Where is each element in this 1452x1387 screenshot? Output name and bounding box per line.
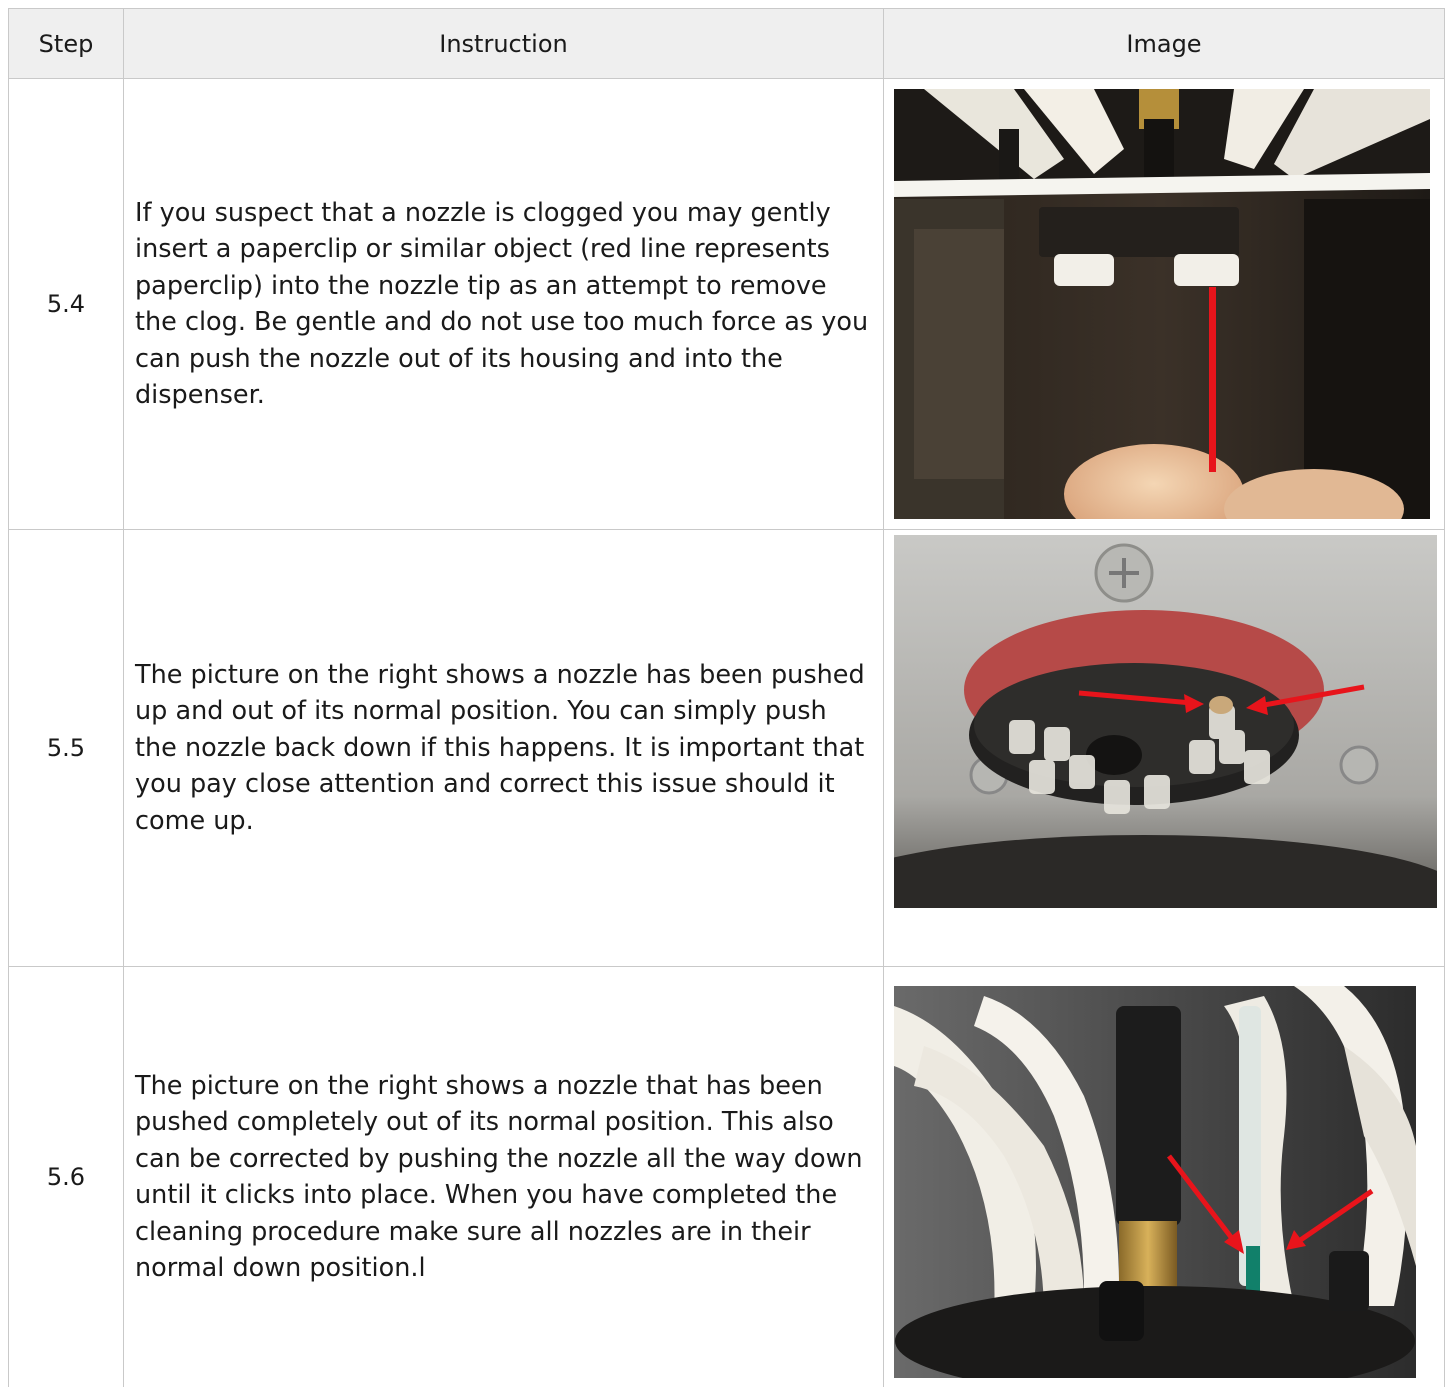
instruction-text: The picture on the right shows a nozzle … bbox=[124, 530, 884, 967]
instruction-text: The picture on the right shows a nozzle … bbox=[124, 967, 884, 1387]
header-instruction: Instruction bbox=[124, 9, 884, 79]
step-number: 5.4 bbox=[9, 79, 124, 530]
image-cell bbox=[884, 530, 1445, 967]
pushed-out-nozzle-photo bbox=[894, 986, 1416, 1378]
step-number: 5.6 bbox=[9, 967, 124, 1387]
image-cell bbox=[884, 79, 1445, 530]
table-row: 5.5 The picture on the right shows a noz… bbox=[9, 530, 1445, 967]
header-step: Step bbox=[9, 9, 124, 79]
table-row: 5.6 The picture on the right shows a noz… bbox=[9, 967, 1445, 1387]
clogged-nozzle-paperclip-photo bbox=[894, 89, 1430, 519]
instruction-text: If you suspect that a nozzle is clogged … bbox=[124, 79, 884, 530]
procedure-table: Step Instruction Image 5.4 If you suspec… bbox=[8, 8, 1445, 1387]
header-image: Image bbox=[884, 9, 1445, 79]
table-header-row: Step Instruction Image bbox=[9, 9, 1445, 79]
table-row: 5.4 If you suspect that a nozzle is clog… bbox=[9, 79, 1445, 530]
step-number: 5.5 bbox=[9, 530, 124, 967]
image-cell bbox=[884, 967, 1445, 1387]
pushed-up-nozzle-photo bbox=[894, 535, 1437, 908]
